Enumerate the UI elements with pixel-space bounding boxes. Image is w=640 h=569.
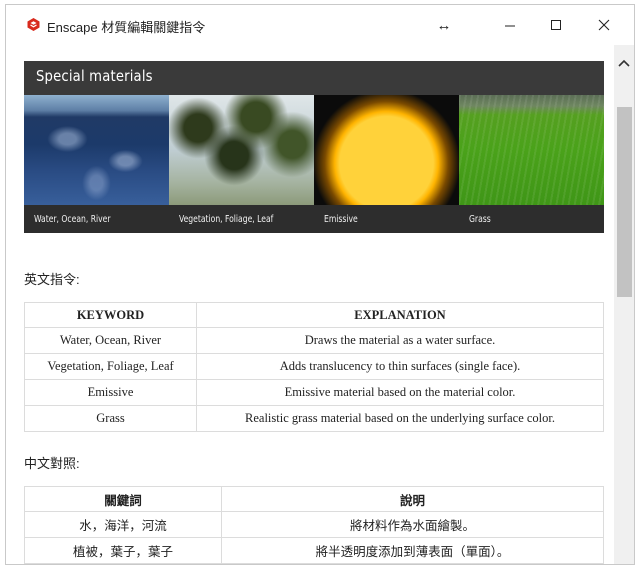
minimize-button[interactable] bbox=[490, 10, 530, 40]
scroll-content: Special materials Water, Ocean, River Ve… bbox=[6, 45, 614, 564]
keyword-cell: Vegetation, Foliage, Leaf bbox=[24, 353, 197, 380]
tile-emissive: Emissive bbox=[314, 95, 459, 233]
english-heading: 英文指令: bbox=[24, 272, 80, 287]
english-keyword-table: KEYWORD EXPLANATION Water, Ocean, River … bbox=[24, 302, 604, 432]
keyword-cell: Emissive bbox=[24, 379, 197, 406]
keyword-cell: Water, Ocean, River bbox=[24, 327, 197, 354]
table-row: Emissive Emissive material based on the … bbox=[24, 379, 604, 406]
tile-vegetation: Vegetation, Foliage, Leaf bbox=[169, 95, 314, 233]
banner-title: Special materials bbox=[36, 67, 153, 85]
table-row: Grass Realistic grass material based on … bbox=[24, 405, 604, 432]
tile-caption: Grass bbox=[459, 205, 604, 233]
close-icon bbox=[598, 19, 610, 31]
vegetation-tree-image bbox=[169, 95, 314, 205]
table-row: Water, Ocean, River Draws the material a… bbox=[24, 327, 604, 354]
table-row: 水，海洋，河流 將材料作為水面繪製。 bbox=[24, 511, 604, 538]
tile-water: Water, Ocean, River bbox=[24, 95, 169, 233]
table-header-row: KEYWORD EXPLANATION bbox=[24, 302, 604, 328]
table-header-row: 關鍵詞 說明 bbox=[24, 486, 604, 512]
horizontal-resize-icon[interactable]: ↔ bbox=[424, 10, 464, 40]
vertical-scrollbar[interactable] bbox=[614, 45, 634, 564]
maximize-icon bbox=[551, 20, 561, 30]
column-header: EXPLANATION bbox=[196, 302, 604, 328]
chinese-keyword-table: 關鍵詞 說明 水，海洋，河流 將材料作為水面繪製。 植被，葉子，葉子 將半透明度… bbox=[24, 486, 604, 564]
explanation-cell: 將半透明度添加到薄表面（單面）。 bbox=[221, 537, 604, 564]
chinese-heading: 中文對照: bbox=[24, 456, 80, 471]
tile-caption-text: Vegetation, Foliage, Leaf bbox=[179, 214, 274, 225]
explanation-cell bbox=[221, 563, 604, 564]
table-row bbox=[24, 563, 604, 564]
explanation-cell: Realistic grass material based on the un… bbox=[196, 405, 604, 432]
explanation-cell: Emissive material based on the material … bbox=[196, 379, 604, 406]
window-title: Enscape 材質編輯關鍵指令 bbox=[47, 20, 206, 35]
water-ocean-image bbox=[24, 95, 169, 205]
explanation-cell: 將材料作為水面繪製。 bbox=[221, 511, 604, 538]
column-header: 說明 bbox=[221, 486, 604, 512]
column-header: 關鍵詞 bbox=[24, 486, 222, 512]
keyword-cell: 水，海洋，河流 bbox=[24, 511, 222, 538]
tile-caption-text: Emissive bbox=[324, 214, 358, 225]
app-icon bbox=[27, 18, 40, 31]
keyword-cell: 植被，葉子，葉子 bbox=[24, 537, 222, 564]
column-header: KEYWORD bbox=[24, 302, 197, 328]
tile-caption: Water, Ocean, River bbox=[24, 205, 169, 233]
app-window: Enscape 材質編輯關鍵指令 ↔ Special materials Wat… bbox=[5, 4, 635, 565]
title-bar[interactable]: Enscape 材質編輯關鍵指令 ↔ bbox=[6, 5, 634, 45]
minimize-icon bbox=[505, 25, 515, 27]
maximize-button[interactable] bbox=[536, 10, 576, 40]
glowing-sphere-image bbox=[314, 95, 459, 205]
table-row: Vegetation, Foliage, Leaf Adds transluce… bbox=[24, 353, 604, 380]
tile-caption: Emissive bbox=[314, 205, 459, 233]
special-materials-banner: Special materials Water, Ocean, River Ve… bbox=[24, 61, 604, 233]
tile-caption: Vegetation, Foliage, Leaf bbox=[169, 205, 314, 233]
keyword-cell: Grass bbox=[24, 405, 197, 432]
tile-caption-text: Grass bbox=[469, 214, 491, 225]
scroll-up-button[interactable] bbox=[614, 55, 634, 71]
tile-caption-text: Water, Ocean, River bbox=[34, 214, 111, 225]
table-row: 植被，葉子，葉子 將半透明度添加到薄表面（單面）。 bbox=[24, 537, 604, 564]
explanation-cell: Draws the material as a water surface. bbox=[196, 327, 604, 354]
chevron-up-icon bbox=[618, 59, 630, 67]
keyword-cell bbox=[24, 563, 222, 564]
close-button[interactable] bbox=[584, 10, 624, 40]
scroll-thumb[interactable] bbox=[617, 107, 632, 297]
explanation-cell: Adds translucency to thin surfaces (sing… bbox=[196, 353, 604, 380]
tile-grass: Grass bbox=[459, 95, 604, 233]
grass-field-image bbox=[459, 95, 604, 205]
